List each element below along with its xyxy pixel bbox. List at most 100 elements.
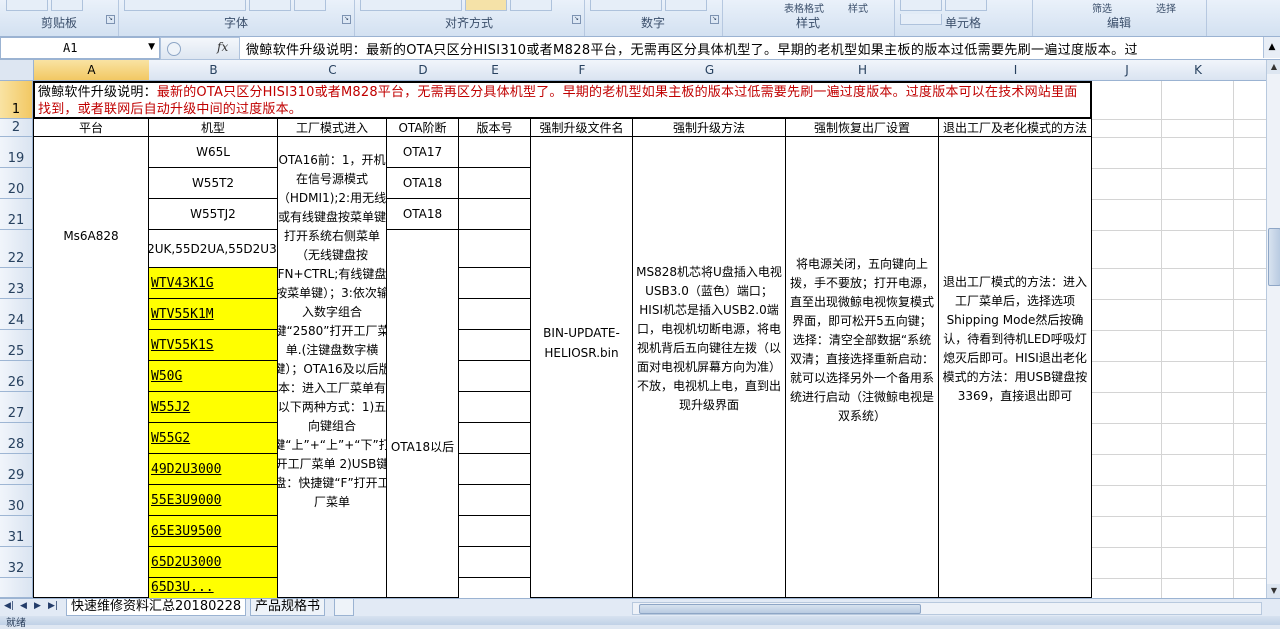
column-header-b[interactable]: B [149,60,279,81]
column-header-h[interactable]: H [786,60,940,81]
header-version[interactable]: 版本号 [459,119,531,137]
column-header-g[interactable]: G [633,60,787,81]
row-header-20[interactable]: 20 [0,168,33,199]
version-cell[interactable] [459,137,531,168]
dialog-launcher-icon[interactable]: ↘ [572,15,581,24]
row-header-23[interactable]: 23 [0,268,33,299]
model-cell-highlighted[interactable]: 55E3U9000 [149,485,278,516]
model-cell-highlighted[interactable]: 65D2U3000 [149,547,278,578]
header-upgrade-file[interactable]: 强制升级文件名 [531,119,633,137]
model-cell-highlighted[interactable]: WTV43K1G [149,268,278,299]
horizontal-scroll-thumb[interactable] [639,604,921,614]
first-sheet-icon[interactable]: ◀| [4,601,14,611]
ribbon-group-cells[interactable]: 单元格 [894,0,1033,36]
header-factory-reset[interactable]: 强制恢复出厂设置 [786,119,939,137]
row-header-28[interactable]: 28 [0,423,33,454]
next-sheet-icon[interactable]: ▶ [34,601,41,611]
upgrade-file-cell[interactable]: BIN-UPDATE-HELIOSR.bin [531,137,633,598]
ota-stage-cell[interactable]: OTA17 [387,137,459,168]
row-header-30[interactable]: 30 [0,485,33,516]
vertical-scrollbar[interactable]: ▲ ▼ [1266,60,1280,598]
cancel-circle-icon[interactable] [167,42,181,56]
model-cell-highlighted[interactable]: W55G2 [149,423,278,454]
sheet-tab[interactable]: 产品规格书 [250,599,326,616]
version-cell[interactable] [459,199,531,230]
row-header-19[interactable]: 19 [0,137,33,168]
sheet-title-cell[interactable]: 微鲸软件升级说明：最新的OTA只区分HISI310或者M828平台，无需再区分具… [33,81,1092,119]
row-header-25[interactable]: 25 [0,330,33,361]
version-cell[interactable] [459,578,531,598]
ribbon-group-clipboard[interactable]: 剪贴板 ↘ [0,0,119,36]
model-cell-highlighted[interactable]: 65D3U... [149,578,278,598]
column-header-i[interactable]: I [939,60,1093,81]
header-exit-factory[interactable]: 退出工厂及老化模式的方法 [939,119,1092,137]
version-cell[interactable] [459,516,531,547]
ribbon-group-alignment[interactable]: 对齐方式 ↘ [354,0,585,36]
sort-filter-button[interactable]: 筛选 [1092,0,1112,15]
model-cell-highlighted[interactable]: 65E3U9500 [149,516,278,547]
row-header-31[interactable]: 31 [0,516,33,547]
model-cell[interactable]: W55TJ2 [149,199,278,230]
sheet-tab-active[interactable]: 快速维修资料汇总20180228 [66,599,247,616]
header-factory-mode[interactable]: 工厂模式进入 [278,119,387,137]
expand-formula-bar-icon[interactable]: ▲ [1263,37,1280,58]
column-header-d[interactable]: D [387,60,460,81]
horizontal-scrollbar[interactable] [632,602,1262,615]
version-cell[interactable] [459,268,531,299]
vertical-scroll-thumb[interactable] [1268,228,1280,286]
ribbon-group-number[interactable]: 数字 ↘ [584,0,723,36]
dialog-launcher-icon[interactable]: ↘ [710,15,719,24]
insert-function-button[interactable]: fx [217,40,228,54]
version-cell[interactable] [459,547,531,578]
ribbon-group-font[interactable]: 字体 ↘ [118,0,355,36]
model-cell-highlighted[interactable]: 49D2U3000 [149,454,278,485]
version-cell[interactable] [459,230,531,268]
last-sheet-icon[interactable]: ▶| [48,601,58,611]
model-cell[interactable]: 55D2UK,55D2UA,55D2U3000, [149,230,278,268]
model-cell-highlighted[interactable]: W50G [149,361,278,392]
column-header-f[interactable]: F [531,60,634,81]
row-header-29[interactable]: 29 [0,454,33,485]
ota-stage-cell[interactable]: OTA18 [387,168,459,199]
model-cell[interactable]: W65L [149,137,278,168]
ribbon-group-editing[interactable]: 筛选 选择 编辑 [1032,0,1207,36]
prev-sheet-icon[interactable]: ◀ [20,601,27,611]
select-all-corner[interactable] [0,60,34,81]
row-header-27[interactable]: 27 [0,392,33,423]
row-header-33[interactable] [0,578,33,598]
dialog-launcher-icon[interactable]: ↘ [106,15,115,24]
model-cell[interactable]: W55T2 [149,168,278,199]
cell-styles-button[interactable]: 样式 [848,0,868,15]
row-header-2[interactable]: 2 [0,119,33,137]
model-cell-highlighted[interactable]: W55J2 [149,392,278,423]
version-cell[interactable] [459,330,531,361]
exit-factory-cell[interactable]: 退出工厂模式的方法：进入工厂菜单后，选择选项Shipping Mode然后按确认… [939,137,1092,598]
model-cell-highlighted[interactable]: WTV55K1S [149,330,278,361]
header-upgrade-method[interactable]: 强制升级方法 [633,119,786,137]
ota-stage-cell[interactable]: OTA18以后 [387,230,459,598]
find-select-button[interactable]: 选择 [1156,0,1176,15]
row-header-26[interactable]: 26 [0,361,33,392]
row-header-24[interactable]: 24 [0,299,33,330]
name-box[interactable]: A1 ▼ [0,37,160,59]
version-cell[interactable] [459,454,531,485]
row-header-32[interactable]: 32 [0,547,33,578]
column-header-k[interactable]: K [1162,60,1235,81]
header-platform[interactable]: 平台 [33,119,149,137]
worksheet-grid[interactable]: A B C D E F G H I J K 1 2 19 20 21 22 23… [0,60,1266,598]
column-header-c[interactable]: C [278,60,388,81]
upgrade-method-cell[interactable]: MS828机芯将U盘插入电视USB3.0（蓝色）端口；HISI机芯是插入USB2… [633,137,786,598]
ribbon-group-styles[interactable]: 表格格式 样式 样式 [722,0,895,36]
column-header-a[interactable]: A [34,60,150,81]
column-header-l[interactable] [1234,60,1266,81]
row-header-22[interactable]: 22 [0,230,33,268]
header-ota-stage[interactable]: OTA阶断 [387,119,459,137]
scroll-up-icon[interactable]: ▲ [1267,60,1280,74]
row-header-1[interactable]: 1 [0,81,33,119]
ota-stage-cell[interactable]: OTA18 [387,199,459,230]
formula-input[interactable]: 微鲸软件升级说明：最新的OTA只区分HISI310或者M828平台，无需再区分具… [246,39,1138,58]
scroll-down-icon[interactable]: ▼ [1267,584,1280,598]
column-header-j[interactable]: J [1092,60,1163,81]
dialog-launcher-icon[interactable]: ↘ [342,15,351,24]
chevron-down-icon[interactable]: ▼ [148,42,155,52]
